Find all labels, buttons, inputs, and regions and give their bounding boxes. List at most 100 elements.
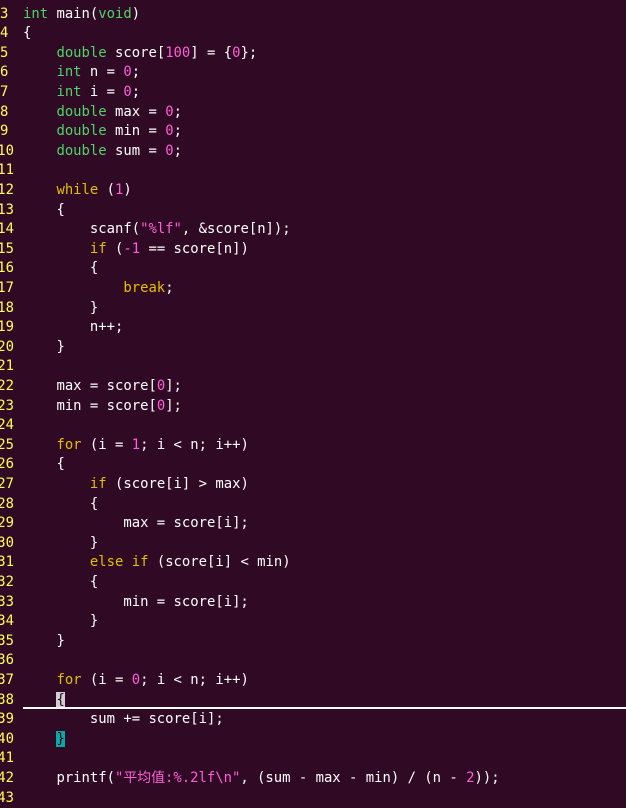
code-line[interactable]: 43: [0, 789, 626, 808]
code-text: max = score[0];: [23, 377, 182, 397]
line-number: 16: [0, 259, 14, 279]
code-line[interactable]: 30 }: [0, 534, 626, 554]
code-token: [23, 280, 123, 296]
code-line[interactable]: 31 else if (score[i] < min): [0, 553, 626, 573]
code-token: [23, 731, 56, 747]
code-text: double min = 0;: [23, 122, 182, 142]
code-token: double: [56, 45, 106, 61]
code-line[interactable]: 34 }: [0, 612, 626, 632]
code-line[interactable]: 28 {: [0, 495, 626, 515]
code-line[interactable]: 22 max = score[0];: [0, 377, 626, 397]
code-line[interactable]: 15 if (-1 == score[n]): [0, 240, 626, 260]
code-token: (score[i] > max): [107, 476, 249, 492]
code-token: while: [56, 182, 98, 198]
code-line[interactable]: 11: [0, 161, 626, 181]
code-token: }: [23, 339, 65, 355]
code-line[interactable]: 7 int i = 0;: [0, 83, 626, 103]
code-token: min = score[: [23, 398, 157, 414]
code-text: int i = 0;: [23, 83, 140, 103]
line-number: 5: [0, 44, 14, 64]
code-token: void: [98, 6, 131, 22]
code-token: double: [56, 143, 106, 159]
code-line[interactable]: 25 for (i = 1; i < n; i++): [0, 436, 626, 456]
code-token: {: [23, 456, 65, 472]
code-token: 0: [165, 104, 173, 120]
code-line[interactable]: 8 double max = 0;: [0, 103, 626, 123]
code-line[interactable]: 37 for (i = 0; i < n; i++): [0, 671, 626, 691]
code-token: ;: [174, 123, 182, 139]
code-text: if (-1 == score[n]): [23, 240, 249, 260]
code-token: [23, 143, 56, 159]
code-token: if: [90, 241, 107, 257]
line-number: 29: [0, 514, 14, 534]
line-number: 34: [0, 612, 14, 632]
code-line[interactable]: 32 {: [0, 573, 626, 593]
code-line[interactable]: 4{: [0, 24, 626, 44]
code-line[interactable]: 40 }: [0, 730, 626, 750]
line-number: 20: [0, 338, 14, 358]
code-line[interactable]: 19 n++;: [0, 318, 626, 338]
code-line[interactable]: 39 sum += score[i];: [0, 710, 626, 730]
code-token: ;: [174, 104, 182, 120]
code-line[interactable]: 20 }: [0, 338, 626, 358]
line-number: 38: [0, 691, 14, 711]
code-line[interactable]: 21: [0, 357, 626, 377]
code-line[interactable]: 35 }: [0, 632, 626, 652]
code-line[interactable]: 10 double sum = 0;: [0, 142, 626, 162]
line-number: 26: [0, 455, 14, 475]
code-token: [23, 476, 90, 492]
code-token: , (sum - max - min) / (n -: [240, 770, 466, 786]
code-text: double sum = 0;: [23, 142, 182, 162]
code-line[interactable]: 17 break;: [0, 279, 626, 299]
code-line[interactable]: 36: [0, 651, 626, 671]
code-text: double score[100] = {0};: [23, 44, 257, 64]
code-text: }: [23, 730, 65, 750]
code-token: n++;: [23, 319, 123, 335]
code-text: while (1): [23, 181, 132, 201]
code-line[interactable]: 23 min = score[0];: [0, 397, 626, 417]
code-line[interactable]: 33 min = score[i];: [0, 593, 626, 613]
code-line[interactable]: 16 {: [0, 259, 626, 279]
code-token: 0: [132, 672, 140, 688]
code-line[interactable]: 41: [0, 749, 626, 769]
code-editor[interactable]: 3int main(void)4{5 double score[100] = {…: [0, 0, 626, 802]
line-number: 36: [0, 651, 14, 671]
line-number: 14: [0, 220, 14, 240]
code-text: }: [23, 632, 65, 652]
code-text: else if (score[i] < min): [23, 553, 291, 573]
code-text: {: [23, 201, 65, 221]
code-line[interactable]: 13 {: [0, 201, 626, 221]
code-token: [23, 692, 56, 708]
code-token: 0: [123, 64, 131, 80]
code-text: scanf("%lf", &score[n]);: [23, 220, 291, 240]
line-number: 27: [0, 475, 14, 495]
code-line[interactable]: 27 if (score[i] > max): [0, 475, 626, 495]
line-number: 39: [0, 710, 14, 730]
code-line[interactable]: 12 while (1): [0, 181, 626, 201]
code-line[interactable]: 29 max = score[i];: [0, 514, 626, 534]
code-line[interactable]: 6 int n = 0;: [0, 63, 626, 83]
code-line[interactable]: 3int main(void): [0, 5, 626, 25]
code-line[interactable]: 42 printf("平均值:%.2lf\n", (sum - max - mi…: [0, 769, 626, 789]
code-text: min = score[0];: [23, 397, 182, 417]
line-number: 15: [0, 240, 14, 260]
code-line[interactable]: 26 {: [0, 455, 626, 475]
code-line[interactable]: 14 scanf("%lf", &score[n]);: [0, 220, 626, 240]
code-text: {: [23, 24, 31, 44]
code-token: {: [23, 574, 98, 590]
code-line[interactable]: 24: [0, 416, 626, 436]
code-text: }: [23, 612, 98, 632]
code-token: , &score[n]);: [182, 221, 291, 237]
code-token: (i =: [82, 672, 132, 688]
code-token: double: [56, 123, 106, 139]
code-text: {: [23, 573, 98, 593]
matching-brace: }: [56, 731, 64, 747]
code-token: min = score[i];: [23, 594, 249, 610]
code-token: [23, 84, 56, 100]
code-line[interactable]: 18 }: [0, 299, 626, 319]
line-number: 31: [0, 553, 14, 573]
code-token: ): [132, 6, 140, 22]
code-line[interactable]: 9 double min = 0;: [0, 122, 626, 142]
code-line[interactable]: 5 double score[100] = {0};: [0, 44, 626, 64]
line-number: 13: [0, 201, 14, 221]
